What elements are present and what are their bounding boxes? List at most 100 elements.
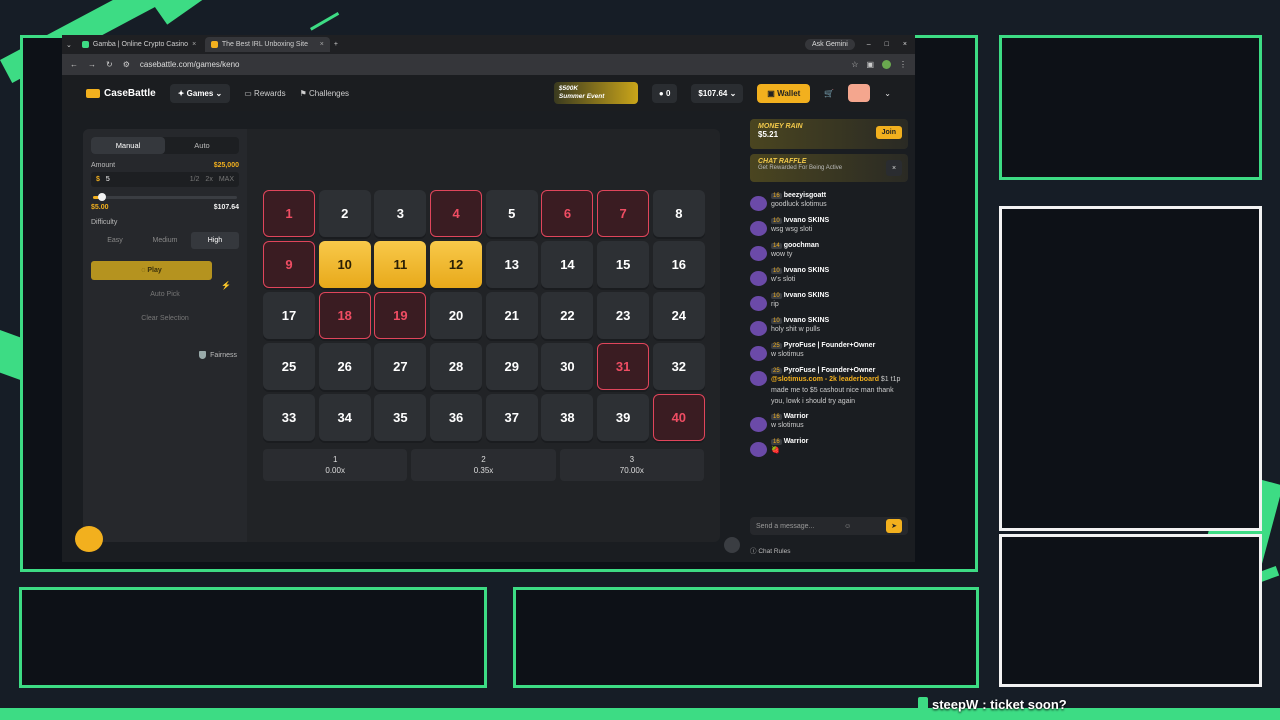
chat-username[interactable]: Ivvano SKINS bbox=[784, 267, 830, 274]
chat-toggle-icon[interactable] bbox=[724, 537, 740, 553]
keno-tile[interactable]: 29 bbox=[485, 343, 538, 390]
keno-tile[interactable]: 31 bbox=[597, 343, 650, 390]
clear-selection-button[interactable]: Clear Selection bbox=[91, 309, 239, 328]
keno-tile[interactable]: 26 bbox=[318, 343, 371, 390]
chevron-down-icon[interactable]: ⌄ bbox=[884, 89, 891, 98]
keno-tile[interactable]: 13 bbox=[485, 241, 538, 288]
slider-handle[interactable] bbox=[97, 193, 106, 201]
chat-username[interactable]: Ivvano SKINS bbox=[784, 292, 830, 299]
keno-tile[interactable]: 34 bbox=[318, 394, 371, 441]
keno-tile[interactable]: 38 bbox=[541, 394, 594, 441]
chat-username[interactable]: PyroFuse | Founder+Owner bbox=[784, 342, 876, 349]
chat-username[interactable]: PyroFuse | Founder+Owner bbox=[784, 367, 876, 374]
nav-rewards[interactable]: ▭ Rewards bbox=[244, 89, 285, 98]
avatar[interactable] bbox=[750, 417, 767, 432]
keno-tile[interactable]: 4 bbox=[430, 190, 483, 237]
keno-tile[interactable]: 37 bbox=[485, 394, 538, 441]
tab-auto[interactable]: Auto bbox=[165, 137, 239, 154]
keno-tile[interactable]: 18 bbox=[318, 292, 371, 339]
star-icon[interactable]: ☆ bbox=[851, 60, 858, 69]
keno-tile[interactable]: 21 bbox=[485, 292, 538, 339]
keno-tile[interactable]: 35 bbox=[374, 394, 427, 441]
half-button[interactable]: 1/2 bbox=[190, 176, 200, 183]
back-icon[interactable]: ← bbox=[70, 60, 78, 69]
keno-tile[interactable]: 24 bbox=[652, 292, 705, 339]
keno-tile[interactable]: 40 bbox=[652, 394, 705, 441]
logo[interactable]: CaseBattle bbox=[86, 88, 156, 99]
avatar[interactable] bbox=[750, 346, 767, 361]
avatar[interactable] bbox=[750, 321, 767, 336]
keno-tile[interactable]: 8 bbox=[652, 190, 705, 237]
keno-tile[interactable]: 30 bbox=[541, 343, 594, 390]
keno-tile[interactable]: 23 bbox=[597, 292, 650, 339]
keno-tile[interactable]: 16 bbox=[652, 241, 705, 288]
profile-icon[interactable] bbox=[882, 60, 891, 69]
send-icon[interactable]: ➤ bbox=[886, 519, 902, 533]
difficulty-medium[interactable]: Medium bbox=[141, 232, 189, 249]
keno-tile[interactable]: 14 bbox=[541, 241, 594, 288]
difficulty-easy[interactable]: Easy bbox=[91, 232, 139, 249]
extensions-icon[interactable]: ▣ bbox=[866, 60, 874, 69]
reload-icon[interactable]: ↻ bbox=[106, 60, 113, 69]
menu-icon[interactable]: ⋮ bbox=[899, 60, 907, 69]
keno-tile[interactable]: 15 bbox=[597, 241, 650, 288]
keno-tile[interactable]: 7 bbox=[597, 190, 650, 237]
cart-icon[interactable]: 🛒 bbox=[824, 89, 834, 98]
keno-tile[interactable]: 20 bbox=[430, 292, 483, 339]
keno-tile[interactable]: 6 bbox=[541, 190, 594, 237]
ask-gemini-button[interactable]: Ask Gemini bbox=[804, 39, 855, 50]
close-icon[interactable]: × bbox=[886, 160, 902, 176]
avatar[interactable] bbox=[750, 296, 767, 311]
games-menu-button[interactable]: ✦ Games ⌄ bbox=[169, 83, 231, 103]
max-button[interactable]: MAX bbox=[219, 176, 234, 183]
keno-tile[interactable]: 25 bbox=[263, 343, 315, 390]
tab-list-icon[interactable]: ⌄ bbox=[66, 41, 72, 49]
keno-tile[interactable]: 2 bbox=[318, 190, 371, 237]
summer-event-banner[interactable]: $500K Summer Event bbox=[553, 82, 638, 104]
bet-slider[interactable] bbox=[93, 193, 237, 201]
nav-challenges[interactable]: ⚑ Challenges bbox=[300, 89, 349, 98]
double-button[interactable]: 2x bbox=[205, 176, 212, 183]
chat-username[interactable]: beezyisgoatt bbox=[784, 192, 826, 199]
url-field[interactable]: casebattle.com/games/keno bbox=[140, 60, 841, 69]
avatar[interactable] bbox=[750, 271, 767, 286]
close-icon[interactable]: × bbox=[192, 41, 196, 48]
forward-icon[interactable]: → bbox=[88, 60, 96, 69]
avatar[interactable] bbox=[750, 371, 767, 386]
keno-tile[interactable]: 10 bbox=[318, 241, 371, 288]
new-tab-icon[interactable]: + bbox=[334, 41, 338, 48]
bet-amount-input[interactable]: $5 1/2 2x MAX bbox=[91, 172, 239, 187]
keno-tile[interactable]: 3 bbox=[374, 190, 427, 237]
avatar[interactable] bbox=[750, 246, 767, 261]
avatar[interactable] bbox=[750, 442, 767, 457]
bolt-icon[interactable]: ⚡ bbox=[221, 281, 231, 290]
chat-username[interactable]: goochman bbox=[784, 242, 819, 249]
tab-manual[interactable]: Manual bbox=[91, 137, 165, 154]
keno-tile[interactable]: 27 bbox=[374, 343, 427, 390]
support-chat-icon[interactable] bbox=[75, 526, 103, 552]
auto-pick-button[interactable]: Auto Pick bbox=[91, 285, 239, 304]
chat-username[interactable]: Ivvano SKINS bbox=[784, 317, 830, 324]
chat-mention[interactable]: @slotimus.com - 2k leaderboard bbox=[771, 376, 879, 383]
keno-tile[interactable]: 36 bbox=[430, 394, 483, 441]
keno-tile[interactable]: 32 bbox=[652, 343, 705, 390]
fairness-link[interactable]: Fairness bbox=[199, 351, 237, 359]
play-button[interactable]: ◌ Play bbox=[91, 261, 212, 280]
join-button[interactable]: Join bbox=[875, 126, 902, 139]
keno-tile[interactable]: 39 bbox=[597, 394, 650, 441]
window-close-icon[interactable]: × bbox=[903, 41, 907, 48]
avatar[interactable] bbox=[750, 221, 767, 236]
keno-tile[interactable]: 9 bbox=[263, 241, 315, 288]
message-input[interactable]: Send a message... ☺ ➤ bbox=[750, 517, 908, 535]
minimize-icon[interactable]: – bbox=[867, 41, 871, 48]
chat-rules-link[interactable]: ⓘ Chat Rules bbox=[750, 545, 790, 555]
keno-tile[interactable]: 11 bbox=[374, 241, 427, 288]
keno-tile[interactable]: 12 bbox=[430, 241, 483, 288]
keno-tile[interactable]: 28 bbox=[430, 343, 483, 390]
avatar[interactable] bbox=[750, 196, 767, 211]
avatar[interactable] bbox=[848, 84, 871, 102]
keno-tile[interactable]: 5 bbox=[485, 190, 538, 237]
chat-username[interactable]: Warrior bbox=[784, 438, 809, 445]
balance-dropdown[interactable]: $107.64 ⌄ bbox=[691, 83, 744, 103]
chat-username[interactable]: Warrior bbox=[784, 413, 809, 420]
